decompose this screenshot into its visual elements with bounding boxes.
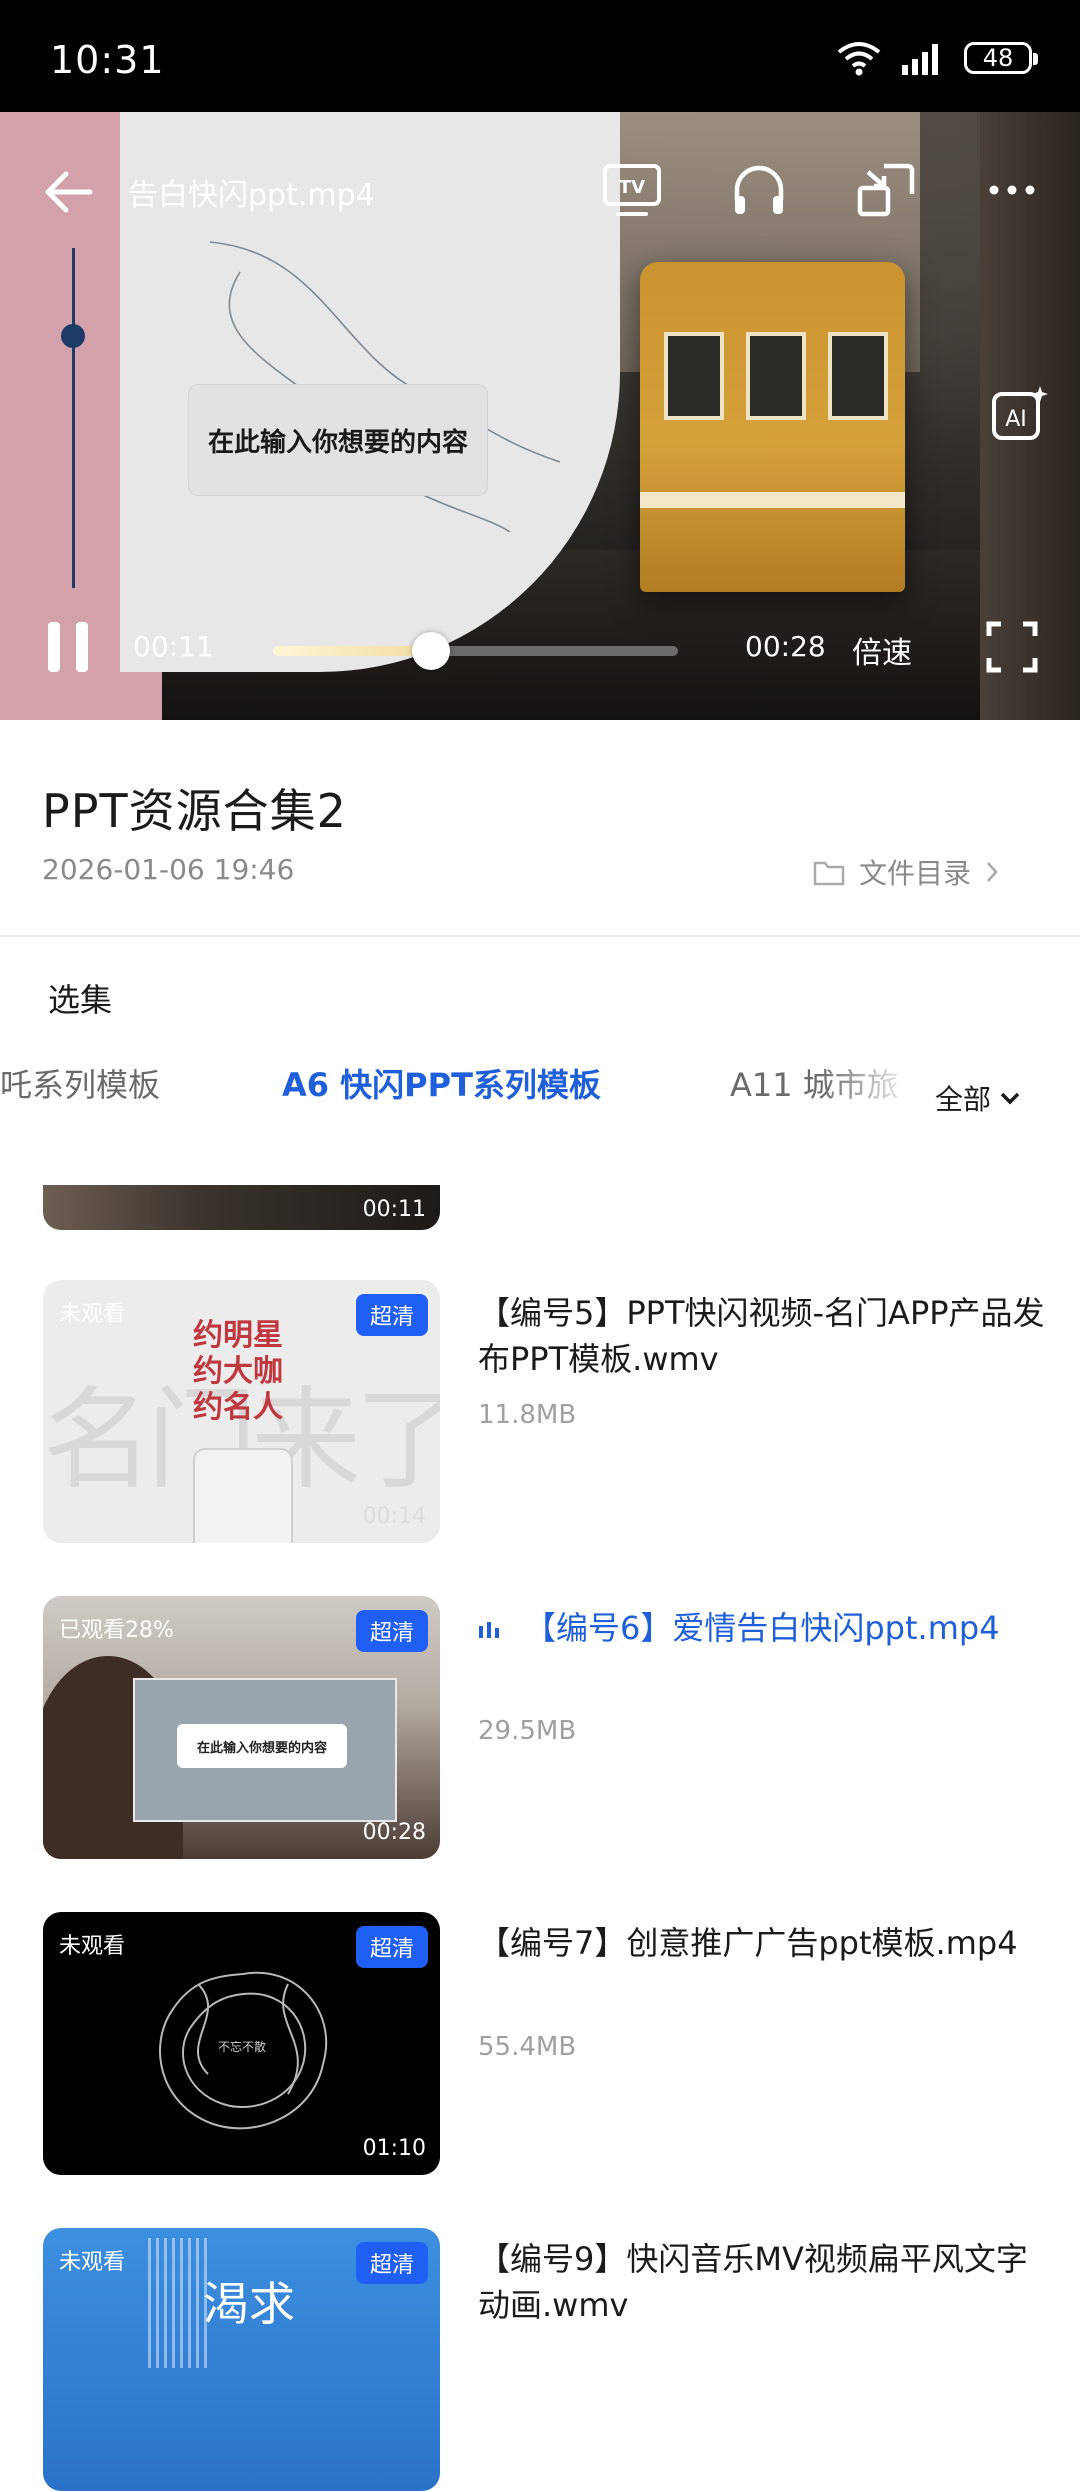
episode-thumbnail[interactable]: 不忘不散 未观看 超清 01:10: [43, 1912, 440, 2175]
battery-level: 48: [982, 44, 1014, 72]
collection-date: 2026-01-06 19:46: [42, 853, 295, 886]
thumb-inner-frame: 在此输入你想要的内容: [133, 1678, 397, 1822]
speed-button[interactable]: 倍速: [852, 628, 912, 672]
player-top-controls: 告白快闪ppt.mp4 TV: [0, 112, 1080, 262]
episode-tab-active[interactable]: A6 快闪PPT系列模板: [282, 1060, 601, 1106]
thumb-text: 约明星: [193, 1318, 283, 1353]
episode-duration: 01:10: [362, 2136, 426, 2161]
ai-label: AI: [1005, 407, 1027, 432]
svg-text:TV: TV: [619, 177, 645, 198]
video-frame-tram: [640, 262, 905, 592]
hd-badge: 超清: [355, 1294, 428, 1336]
hd-badge: 超清: [355, 1926, 428, 1968]
all-episodes-label: 全部: [935, 1083, 992, 1116]
episode-duration: 00:11: [362, 1197, 426, 1222]
episode-thumbnail[interactable]: 00:11: [43, 1185, 440, 1230]
thumb-text: 约名人: [193, 1390, 283, 1425]
episode-title[interactable]: 【编号5】PPT快闪视频-名门APP产品发布PPT模板.wmv: [478, 1290, 1048, 1382]
seek-bar-thumb[interactable]: [411, 632, 450, 670]
more-options-icon[interactable]: [980, 158, 1044, 222]
chevron-down-icon: [1000, 1092, 1020, 1105]
episode-title[interactable]: 【编号7】创意推广广告ppt模板.mp4: [478, 1920, 1048, 1966]
current-time: 00:11: [133, 630, 214, 663]
thumb-text: 在此输入你想要的内容: [177, 1724, 347, 1768]
episode-title[interactable]: 【编号6】爱情告白快闪ppt.mp4: [478, 1605, 1048, 1651]
status-time: 10:31: [50, 38, 165, 82]
watch-status: 未观看: [59, 2250, 126, 2275]
episode-size: 11.8MB: [478, 1400, 577, 1430]
status-bar: 10:31 48: [0, 0, 1080, 112]
signal-icon: [902, 44, 938, 75]
all-episodes-button[interactable]: 全部: [935, 1078, 1021, 1118]
episode-duration: 00:28: [362, 1820, 426, 1845]
divider: [0, 935, 1080, 937]
fullscreen-icon[interactable]: [985, 620, 1039, 674]
back-arrow-icon[interactable]: [38, 162, 98, 222]
thumb-text-group: 约明星 约大咖 约名人: [193, 1318, 283, 1426]
status-icons: 48: [836, 40, 1038, 76]
wifi-icon: [837, 42, 881, 76]
player-bottom-controls: 00:11 00:28 倍速: [0, 612, 1080, 702]
picture-in-picture-icon[interactable]: [854, 158, 918, 222]
video-player[interactable]: 在此输入你想要的内容 告白快闪ppt.mp4 TV AI 00:11 00:28…: [0, 112, 1080, 720]
episode-tab[interactable]: 吒系列模板: [0, 1060, 160, 1106]
tabs-fade: [820, 1060, 940, 1110]
ai-assistant-icon[interactable]: AI: [990, 384, 1050, 444]
folder-icon: [813, 861, 845, 886]
battery-icon: 48: [964, 42, 1038, 74]
watch-status: 未观看: [59, 1302, 126, 1327]
episode-size: 55.4MB: [478, 2032, 577, 2062]
seek-bar-fill: [273, 646, 431, 656]
episode-tabs: 吒系列模板 A6 快闪PPT系列模板 A11 城市旅: [0, 1060, 920, 1110]
watch-status: 已观看28%: [59, 1618, 174, 1643]
hd-badge: 超清: [355, 2242, 428, 2284]
file-directory-link[interactable]: 文件目录: [813, 852, 999, 892]
collection-title: PPT资源合集2: [42, 784, 347, 838]
tv-cast-icon[interactable]: TV: [600, 158, 664, 222]
video-overlay-text: 在此输入你想要的内容: [188, 384, 488, 496]
episode-thumbnail[interactable]: 名门来了 约明星 约大咖 约名人 未观看 超清 00:14: [43, 1280, 440, 1543]
thumb-phone-mockup: [193, 1448, 293, 1543]
volume-slider[interactable]: [72, 248, 75, 588]
video-title: 告白快闪ppt.mp4: [128, 178, 375, 213]
episode-title[interactable]: 【编号9】快闪音乐MV视频扁平风文字动画.wmv: [478, 2236, 1048, 2328]
file-directory-label: 文件目录: [859, 857, 972, 890]
pause-icon[interactable]: [48, 622, 92, 672]
watch-status: 未观看: [59, 1934, 126, 1959]
hd-badge: 超清: [355, 1610, 428, 1652]
total-time: 00:28: [745, 630, 826, 663]
episode-thumbnail[interactable]: 在此输入你想要的内容 已观看28% 超清 00:28: [43, 1596, 440, 1859]
volume-slider-knob[interactable]: [61, 324, 85, 348]
chevron-right-icon: [987, 862, 998, 882]
episodes-heading: 选集: [48, 981, 113, 1019]
episode-duration: 00:14: [362, 1504, 426, 1529]
thumb-text: 不忘不散: [218, 2040, 267, 2054]
thumb-text: 约大咖: [193, 1354, 283, 1389]
thumb-bars: [148, 2238, 208, 2368]
thumb-text: 渴求: [203, 2277, 295, 2331]
episode-thumbnail[interactable]: 渴求 未观看 超清: [43, 2228, 440, 2491]
episode-size: 29.5MB: [478, 1716, 577, 1746]
headphones-icon[interactable]: [727, 158, 791, 222]
seek-bar[interactable]: [273, 632, 678, 670]
